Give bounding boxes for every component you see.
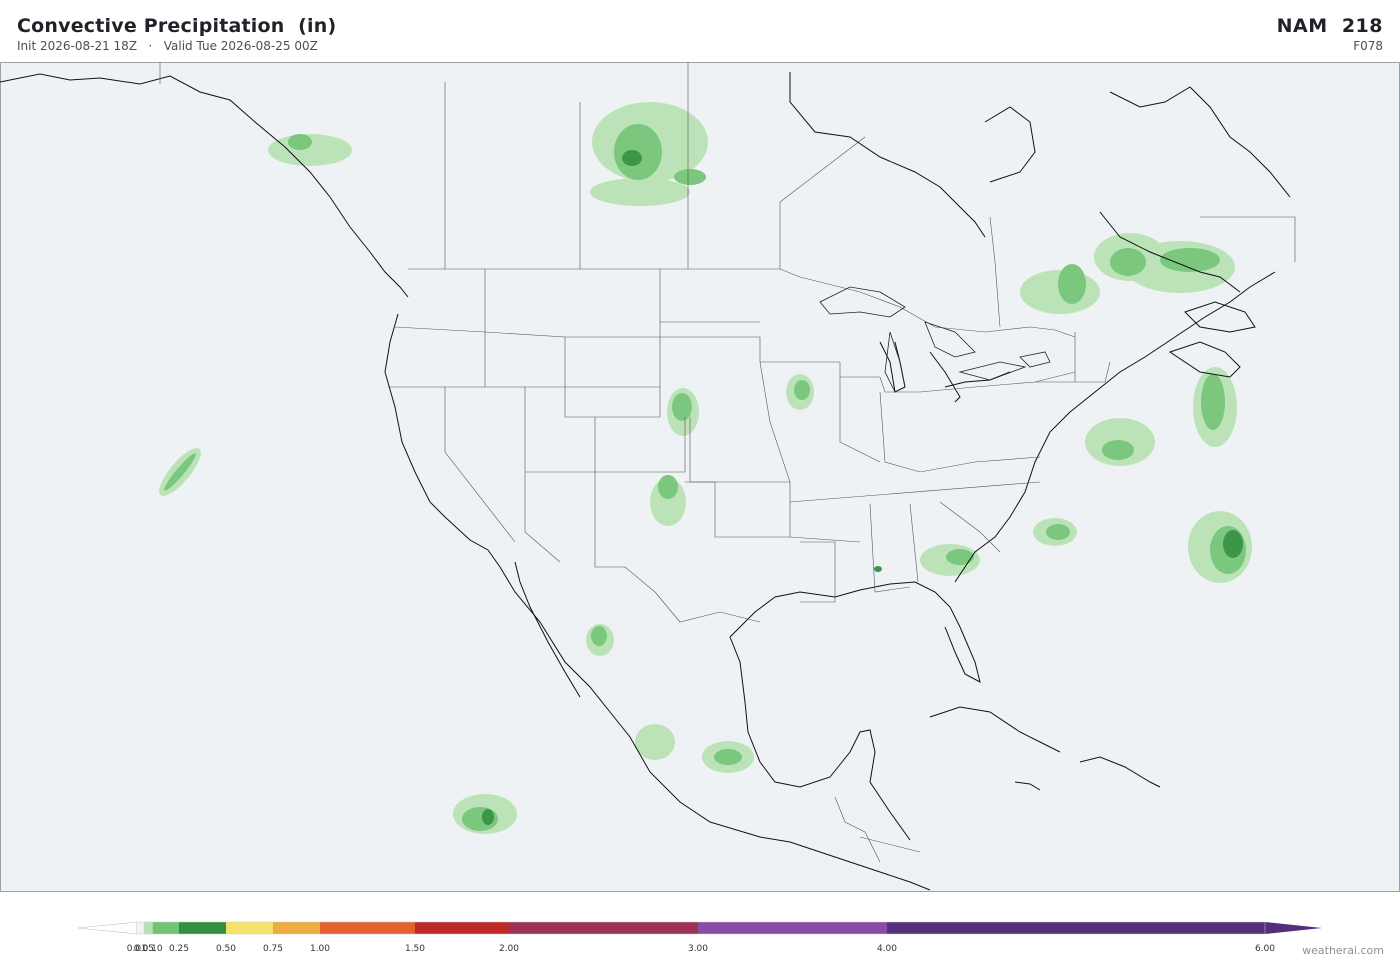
colorbar-over-arrow (1265, 922, 1322, 934)
colorbar-tick-label: 3.00 (688, 944, 708, 954)
colorbar-bin (698, 922, 887, 934)
colorbar-bin (273, 922, 320, 934)
header: Convective Precipitation (in) Init 2026-… (0, 0, 1400, 62)
colorbar-under-arrow (77, 921, 138, 935)
colorbar-bin (320, 922, 415, 934)
map-background (0, 62, 1400, 892)
colorbar: 0.01 0.05 0.10 0.25 0.50 0.75 1.00 1.50 2.00 3.00… (0, 905, 1400, 965)
colorbar-tick-label: 1.50 (405, 944, 425, 954)
colorbar-bin (887, 922, 1265, 934)
map-canvas (0, 62, 1400, 892)
colorbar-tick-label: 0.10 (143, 944, 163, 954)
colorbar-bin (509, 922, 698, 934)
colorbar-bin (226, 922, 273, 934)
colorbar-bin (152, 922, 179, 934)
colorbar-tick-label: 0.75 (263, 944, 283, 954)
colorbar-tick-label: 1.00 (310, 944, 330, 954)
colorbar-bin (143, 922, 153, 934)
model-name: NAM 218 (1276, 15, 1383, 37)
colorbar-bin (415, 922, 509, 934)
colorbar-tick-label: 4.00 (877, 944, 897, 954)
colorbar-svg: 0.010.050.10 0.25 0.50 0.75 1.00 1.50 2.00 3.00… (77, 921, 1322, 954)
colorbar-bin (179, 922, 226, 934)
colorbar-tick-label: 2.00 (499, 944, 519, 954)
chart-title: Convective Precipitation (in) (17, 15, 337, 37)
colorbar-tick-label: 6.00 (1255, 944, 1275, 954)
init-valid-time: Init 2026-08-21 18Z · Valid Tue 2026-08-… (17, 39, 318, 53)
colorbar-tick-label: 0.50 (216, 944, 236, 954)
forecast-hour: F078 (1353, 39, 1383, 53)
precipitation-map (0, 62, 1400, 892)
colorbar-bin (136, 922, 144, 934)
colorbar-tick-label: 0.25 (169, 944, 189, 954)
site-credit: weatherai.com (1302, 944, 1384, 957)
